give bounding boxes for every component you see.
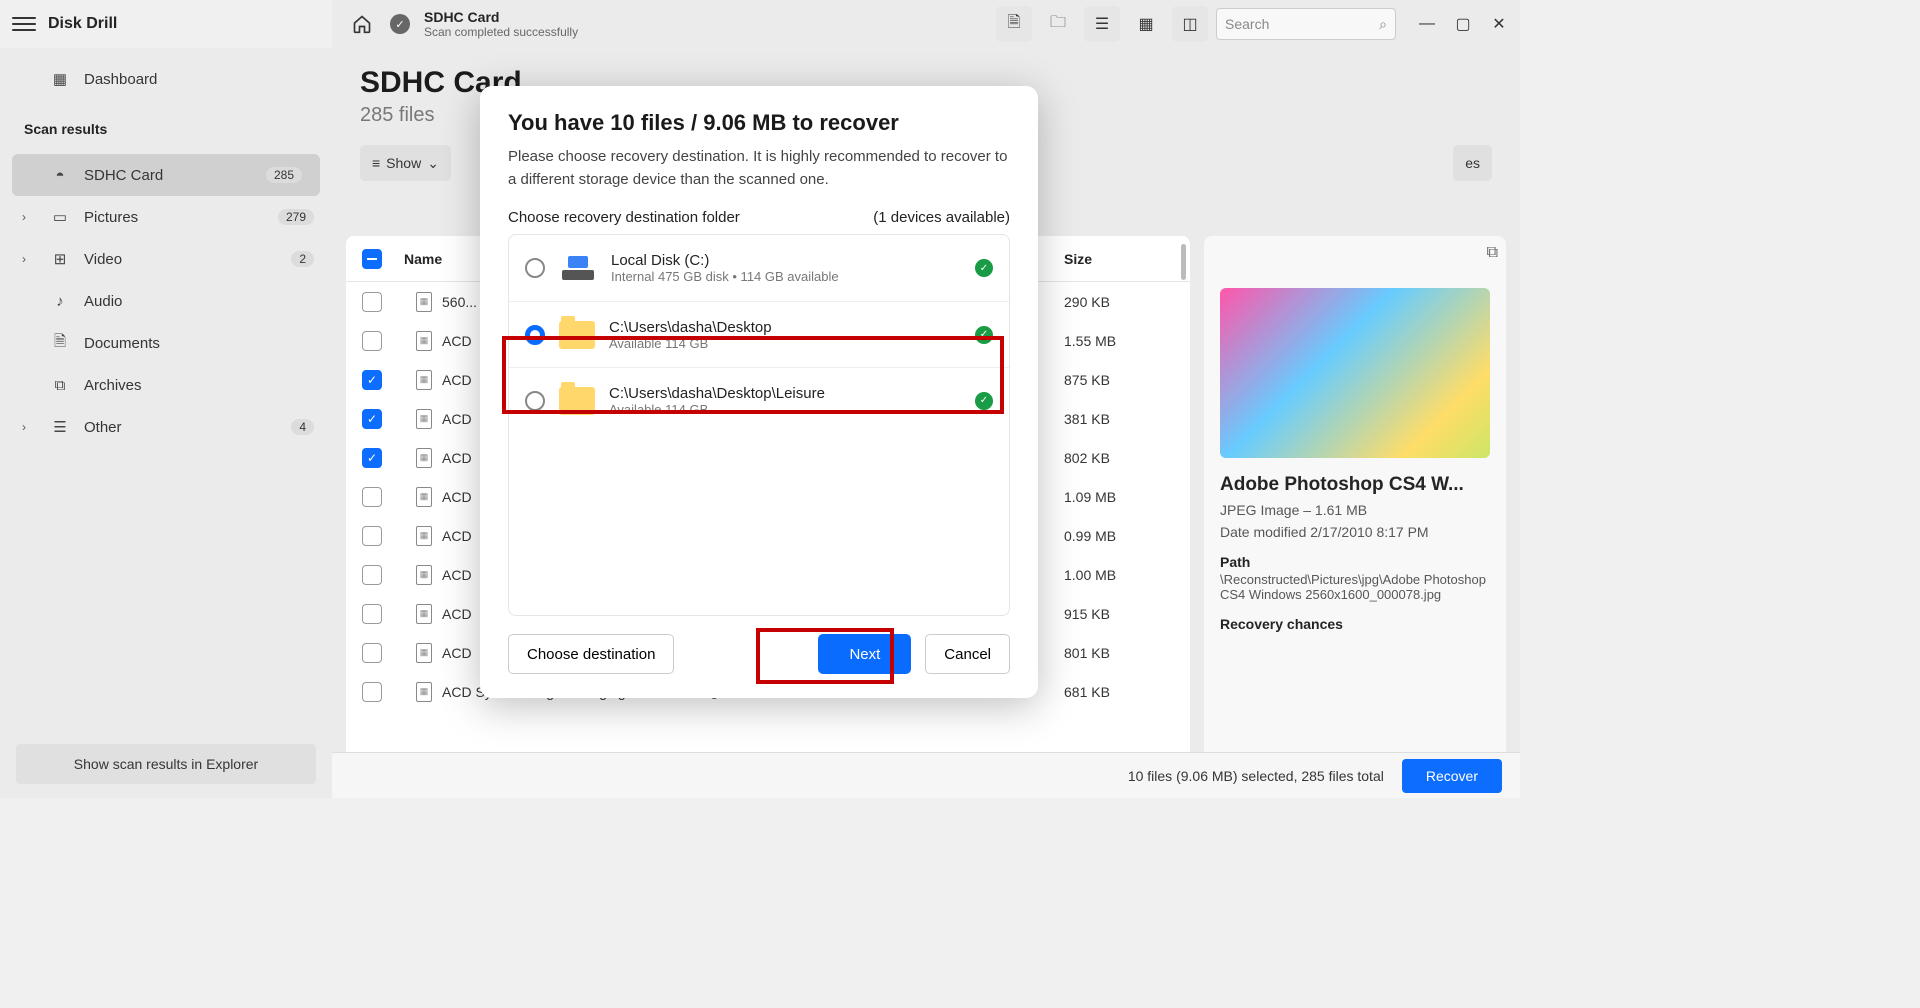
destination-subtitle: Available 114 GB (609, 402, 825, 417)
check-icon: ✓ (975, 259, 993, 277)
destination-option[interactable]: Local Disk (C:)Internal 475 GB disk • 11… (509, 235, 1009, 301)
drive-icon (559, 256, 597, 280)
modal-title: You have 10 files / 9.06 MB to recover (508, 110, 1010, 136)
destination-list: Local Disk (C:)Internal 475 GB disk • 11… (508, 234, 1010, 616)
destination-option[interactable]: C:\Users\dasha\Desktop\LeisureAvailable … (509, 367, 1009, 433)
folder-icon (559, 387, 595, 415)
next-button[interactable]: Next (818, 634, 911, 674)
choose-destination-button[interactable]: Choose destination (508, 634, 674, 674)
modal-devices-count: (1 devices available) (873, 209, 1010, 226)
cancel-button[interactable]: Cancel (925, 634, 1010, 674)
modal-description: Please choose recovery destination. It i… (508, 146, 1010, 191)
destination-subtitle: Internal 475 GB disk • 114 GB available (611, 269, 839, 284)
destination-title: C:\Users\dasha\Desktop\Leisure (609, 385, 825, 402)
destination-radio[interactable] (525, 391, 545, 411)
destination-title: C:\Users\dasha\Desktop (609, 319, 772, 336)
check-icon: ✓ (975, 326, 993, 344)
modal-choose-label: Choose recovery destination folder (508, 209, 740, 226)
recovery-destination-modal: You have 10 files / 9.06 MB to recover P… (480, 86, 1038, 698)
destination-radio[interactable] (525, 258, 545, 278)
destination-subtitle: Available 114 GB (609, 336, 772, 351)
destination-option[interactable]: C:\Users\dasha\DesktopAvailable 114 GB ✓ (509, 301, 1009, 367)
check-icon: ✓ (975, 392, 993, 410)
destination-radio[interactable] (525, 325, 545, 345)
destination-title: Local Disk (C:) (611, 252, 839, 269)
folder-icon (559, 321, 595, 349)
